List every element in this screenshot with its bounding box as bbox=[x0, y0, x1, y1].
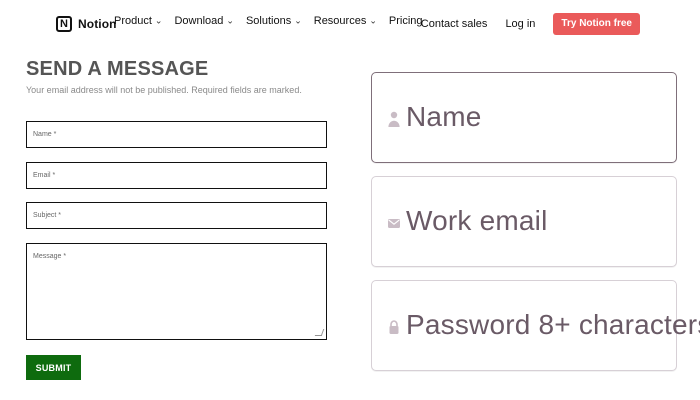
nav-solutions[interactable]: Solutions ⌄ bbox=[246, 15, 302, 27]
nav-download-label: Download bbox=[174, 15, 224, 27]
nav-resources-label: Resources bbox=[313, 15, 367, 27]
message-field-placeholder: Message * bbox=[33, 253, 67, 260]
email-field[interactable]: Email * bbox=[26, 162, 327, 189]
lock-icon bbox=[386, 317, 402, 337]
nav-download[interactable]: Download ⌄ bbox=[174, 15, 233, 27]
signup-name-placeholder: Name bbox=[406, 101, 482, 132]
signup-password-placeholder: Password 8+ characters bbox=[406, 309, 700, 340]
nav-product-label: Product bbox=[114, 15, 152, 27]
message-field[interactable]: Message * bbox=[26, 243, 327, 340]
try-notion-free-button[interactable]: Try Notion free bbox=[553, 13, 640, 35]
brand-name: Notion bbox=[78, 17, 117, 31]
chevron-down-icon: ⌄ bbox=[369, 15, 377, 25]
submit-button[interactable]: SUBMIT bbox=[26, 355, 81, 380]
nav-product[interactable]: Product ⌄ bbox=[114, 15, 162, 27]
contact-sales-link[interactable]: Contact sales bbox=[421, 18, 488, 30]
person-icon bbox=[386, 109, 402, 129]
notion-logo-icon: N bbox=[56, 16, 72, 32]
signup-work-email-placeholder: Work email bbox=[406, 205, 548, 236]
contact-form-title: SEND A MESSAGE bbox=[26, 58, 209, 80]
brand[interactable]: N Notion bbox=[56, 14, 117, 34]
notion-logo-text: N bbox=[60, 17, 68, 30]
nav-resources[interactable]: Resources ⌄ bbox=[314, 15, 377, 27]
subject-field[interactable]: Subject * bbox=[26, 202, 327, 229]
chevron-down-icon: ⌄ bbox=[154, 15, 163, 25]
signup-password-field[interactable]: Password 8+ characters bbox=[371, 280, 700, 371]
mail-icon bbox=[386, 213, 402, 233]
chevron-down-icon: ⌄ bbox=[226, 15, 234, 25]
signup-name-field[interactable]: Name bbox=[371, 72, 677, 163]
contact-form-subtitle: Your email address will not be published… bbox=[26, 85, 302, 95]
email-field-placeholder: Email * bbox=[33, 172, 56, 179]
primary-nav: Product ⌄ Download ⌄ Solutions ⌄ Resourc… bbox=[114, 15, 426, 27]
topbar-actions: Contact sales Log in Try Notion free bbox=[421, 13, 640, 35]
name-field-placeholder: Name * bbox=[33, 131, 57, 138]
login-link[interactable]: Log in bbox=[505, 18, 535, 30]
nav-solutions-label: Solutions bbox=[245, 15, 292, 27]
signup-work-email-field[interactable]: Work email bbox=[371, 176, 677, 267]
chevron-down-icon: ⌄ bbox=[294, 15, 302, 25]
name-field[interactable]: Name * bbox=[26, 121, 327, 148]
subject-field-placeholder: Subject * bbox=[33, 212, 62, 219]
contact-form: SEND A MESSAGE Your email address will n… bbox=[26, 58, 328, 380]
nav-pricing-label: Pricing bbox=[388, 15, 423, 27]
top-navigation-bar: N Notion Product ⌄ Download ⌄ Solutions … bbox=[0, 0, 700, 48]
resize-handle-icon[interactable] bbox=[314, 329, 325, 336]
